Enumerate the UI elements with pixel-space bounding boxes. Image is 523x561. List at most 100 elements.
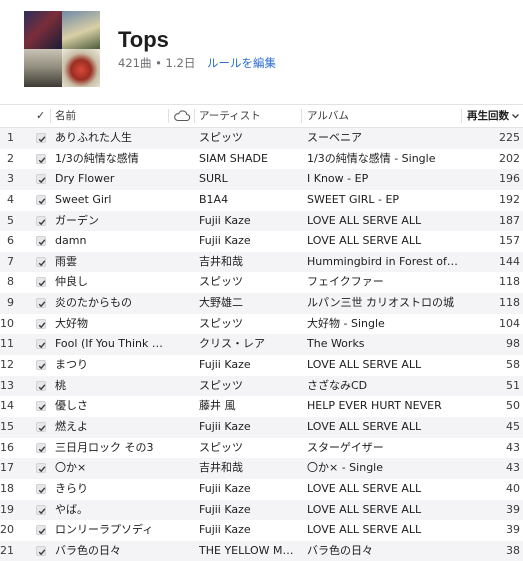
checkmark-icon[interactable]: [36, 298, 46, 309]
track-name: 大好物: [55, 316, 88, 330]
track-row[interactable]: 2 1/3の純情な感情 SIAM SHADE 1/3の純情な感情 - Single 20…: [0, 149, 523, 170]
track-checkbox[interactable]: [36, 293, 48, 314]
track-checkbox[interactable]: [36, 149, 48, 170]
track-checkbox[interactable]: [36, 376, 48, 397]
track-plays: 40: [506, 481, 520, 495]
track-row[interactable]: 5 ガーデン Fujii Kaze LOVE ALL SERVE ALL 187: [0, 210, 523, 232]
track-checkbox[interactable]: [36, 190, 48, 211]
track-checkbox[interactable]: [36, 169, 48, 190]
column-header-album[interactable]: アルバム: [307, 105, 349, 127]
track-row[interactable]: 8 仲良し スピッツ フェイクファー 118: [0, 272, 523, 293]
track-row[interactable]: 6 damn Fujii Kaze LOVE ALL SERVE ALL 157: [0, 231, 523, 252]
checkmark-icon[interactable]: [36, 215, 46, 226]
track-number: 6: [7, 234, 14, 248]
track-name: 燃えよ: [55, 419, 88, 433]
checkmark-icon[interactable]: [36, 194, 46, 205]
track-plays: 39: [506, 523, 520, 537]
checkmark-icon[interactable]: [36, 360, 46, 371]
track-number: 21: [0, 543, 14, 557]
track-checkbox[interactable]: [36, 252, 48, 273]
track-checkbox[interactable]: [36, 231, 48, 252]
column-header-check[interactable]: ✓: [36, 105, 45, 127]
track-checkbox[interactable]: [36, 211, 48, 232]
track-album: LOVE ALL SERVE ALL: [307, 234, 422, 248]
track-row[interactable]: 14 優しさ 藤井 風 HELP EVER HURT NEVER 50: [0, 396, 523, 417]
track-checkbox[interactable]: [36, 396, 48, 417]
track-row[interactable]: 11 Fool (If You Think It'... クリス・レア The Wor…: [0, 334, 523, 356]
track-checkbox[interactable]: [36, 458, 48, 479]
checkmark-icon[interactable]: [36, 545, 46, 556]
track-checkbox[interactable]: [36, 334, 48, 355]
track-list: 1 ありふれた人生 スピッツ スーベニア 225 2 1/3の純情な感情 SIAM SHADE…: [0, 128, 523, 561]
track-row[interactable]: 19 やば。 Fujii Kaze LOVE ALL SERVE ALL 39: [0, 499, 523, 521]
checkmark-icon[interactable]: [36, 174, 46, 185]
track-checkbox[interactable]: [36, 314, 48, 335]
track-checkbox[interactable]: [36, 520, 48, 541]
track-row[interactable]: 15 燃えよ Fujii Kaze LOVE ALL SERVE ALL 45: [0, 416, 523, 438]
track-checkbox[interactable]: [36, 500, 48, 521]
column-header-plays[interactable]: 再生回数: [467, 105, 509, 127]
track-row[interactable]: 10 大好物 スピッツ 大好物 - Single 104: [0, 314, 523, 335]
track-row[interactable]: 21 バラ色の日々 THE YELLOW MO... バラ色の日々 38: [0, 540, 523, 561]
track-plays: 104: [499, 316, 520, 330]
track-plays: 43: [506, 440, 520, 454]
checkmark-icon[interactable]: [36, 380, 46, 391]
track-row[interactable]: 18 きらり Fujii Kaze LOVE ALL SERVE ALL 40: [0, 479, 523, 500]
column-divider[interactable]: [194, 109, 195, 123]
column-header-name[interactable]: 名前: [55, 105, 76, 127]
track-checkbox[interactable]: [36, 417, 48, 438]
checkmark-icon[interactable]: [36, 133, 46, 143]
track-checkbox[interactable]: [36, 541, 48, 561]
playlist-artwork[interactable]: [24, 11, 100, 87]
column-divider[interactable]: [168, 109, 169, 123]
track-artist: スピッツ: [199, 440, 243, 454]
checkmark-icon[interactable]: [36, 421, 46, 432]
checkmark-icon[interactable]: [36, 463, 46, 474]
track-checkbox[interactable]: [36, 355, 48, 376]
column-divider[interactable]: [461, 109, 462, 123]
track-number: 14: [0, 399, 14, 413]
checkmark-icon[interactable]: [36, 525, 46, 536]
track-artist: THE YELLOW MO...: [199, 543, 297, 557]
checkmark-icon[interactable]: [36, 339, 46, 350]
track-row[interactable]: 9 炎のたからもの 大野雄二 ルパン三世 カリオストロの城 118: [0, 293, 523, 314]
track-row[interactable]: 3 Dry Flower SURL I Know - EP 196: [0, 169, 523, 190]
checkmark-icon[interactable]: [36, 256, 46, 267]
track-row[interactable]: 4 Sweet Girl B1A4 SWEET GIRL - EP 192: [0, 190, 523, 211]
edit-rules-link[interactable]: ルールを編集: [207, 56, 276, 70]
checkmark-icon[interactable]: [36, 442, 46, 453]
track-row[interactable]: 13 桃 スピッツ さざなみCD 51: [0, 375, 523, 397]
track-album: バラ色の日々: [307, 543, 373, 557]
track-checkbox[interactable]: [36, 128, 48, 149]
checkmark-icon[interactable]: [36, 318, 46, 329]
checkmark-icon[interactable]: [36, 236, 46, 247]
checkmark-icon[interactable]: [36, 483, 46, 494]
column-divider[interactable]: [50, 109, 51, 123]
checkmark-icon[interactable]: [36, 277, 46, 288]
track-table: ✓ 名前 アーティスト アルバム 再生回数 1 ありふれた人生 スピッツ スーベニア 2…: [0, 104, 523, 561]
track-plays: 144: [499, 254, 520, 268]
track-name: 三日月ロック その3: [55, 440, 154, 454]
track-checkbox[interactable]: [36, 479, 48, 500]
track-row[interactable]: 1 ありふれた人生 スピッツ スーベニア 225: [0, 128, 523, 149]
track-name: 優しさ: [55, 399, 88, 413]
chevron-down-icon[interactable]: [511, 105, 521, 127]
track-name: きらり: [55, 481, 88, 495]
track-name: バラ色の日々: [55, 543, 121, 557]
track-row[interactable]: 20 ロンリーラプソディ Fujii Kaze LOVE ALL SERVE ALL 3…: [0, 520, 523, 541]
checkmark-icon[interactable]: [36, 401, 46, 412]
track-row[interactable]: 7 雨雲 吉井和哉 Hummingbird in Forest of S... 144: [0, 251, 523, 273]
track-plays: 187: [499, 213, 520, 227]
track-row[interactable]: 17 〇か× 吉井和哉 〇か× - Single 43: [0, 458, 523, 479]
column-header-artist[interactable]: アーティスト: [199, 105, 261, 127]
checkmark-icon[interactable]: [36, 153, 46, 164]
track-row[interactable]: 16 三日月ロック その3 スピッツ スターゲイザー 43: [0, 438, 523, 459]
track-checkbox[interactable]: [36, 438, 48, 459]
checkmark-icon[interactable]: [36, 504, 46, 515]
track-checkbox[interactable]: [36, 272, 48, 293]
cloud-icon[interactable]: [173, 105, 193, 127]
column-divider[interactable]: [301, 109, 302, 123]
track-row[interactable]: 12 まつり Fujii Kaze LOVE ALL SERVE ALL 58: [0, 355, 523, 376]
track-plays: 43: [506, 461, 520, 475]
track-number: 12: [0, 358, 14, 372]
